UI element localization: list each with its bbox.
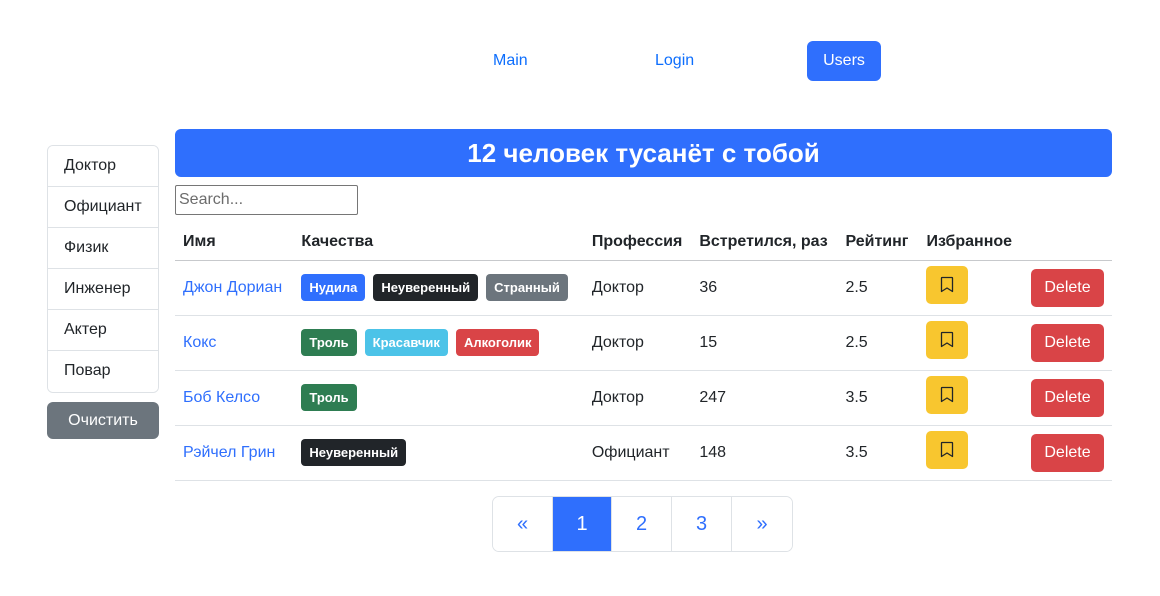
nav-link-login[interactable]: Login [639, 41, 710, 81]
top-nav: Main Login Users [0, 41, 1160, 81]
quality-badge: Красавчик [364, 329, 448, 356]
user-name-link[interactable]: Джон Дориан [183, 279, 282, 296]
quality-badge: Алкоголик [455, 329, 540, 356]
cell-actions: Delete [1023, 370, 1112, 426]
cell-profession: Доктор [583, 260, 692, 316]
filter-item-cook[interactable]: Повар [48, 351, 158, 392]
table-row: Кокс Троль Красавчик Алкоголик Доктор 15 2.5 De… [175, 315, 1112, 371]
cell-met: 36 [691, 260, 838, 316]
users-table: Имя Качества Профессия Встретился, раз Р… [175, 224, 1112, 481]
bookmark-icon [941, 386, 954, 403]
cell-rating: 3.5 [837, 370, 919, 426]
filter-item-waiter[interactable]: Официант [48, 187, 158, 228]
cell-rating: 2.5 [837, 260, 919, 316]
user-name-link[interactable]: Боб Келсо [183, 389, 260, 406]
clear-filter-button[interactable]: Очистить [47, 402, 159, 439]
favorite-button[interactable] [926, 431, 969, 469]
filter-item-physicist[interactable]: Физик [48, 228, 158, 269]
search-input[interactable] [175, 185, 358, 215]
cell-name: Кокс [175, 315, 294, 371]
page-next[interactable]: » [732, 497, 792, 551]
cell-name: Джон Дориан [175, 260, 294, 316]
profession-filter: Доктор Официант Физик Инженер Актер Пова… [47, 145, 159, 439]
page-2[interactable]: 2 [612, 497, 672, 551]
table-header-row: Имя Качества Профессия Встретился, раз Р… [175, 224, 1112, 261]
cell-profession: Доктор [583, 370, 692, 426]
cell-qualities: Троль Красавчик Алкоголик [293, 315, 584, 371]
cell-profession: Официант [583, 425, 692, 481]
cell-qualities: Нудила Неуверенный Странный [293, 260, 584, 316]
header-actions [1023, 224, 1112, 261]
profession-list: Доктор Официант Физик Инженер Актер Пова… [47, 145, 159, 393]
filter-item-engineer[interactable]: Инженер [48, 269, 158, 310]
page-prev[interactable]: « [493, 497, 553, 551]
cell-name: Рэйчел Грин [175, 425, 294, 481]
cell-rating: 3.5 [837, 425, 919, 481]
bookmark-icon [941, 276, 954, 293]
quality-badge: Странный [486, 274, 568, 301]
header-profession[interactable]: Профессия [583, 224, 692, 261]
cell-actions: Delete [1023, 425, 1112, 481]
header-name[interactable]: Имя [175, 224, 294, 261]
header-met[interactable]: Встретился, раз [691, 224, 838, 261]
user-name-link[interactable]: Рэйчел Грин [183, 444, 275, 461]
favorite-button[interactable] [926, 376, 969, 414]
cell-name: Боб Келсо [175, 370, 294, 426]
filter-item-actor[interactable]: Актер [48, 310, 158, 351]
page-3[interactable]: 3 [672, 497, 732, 551]
users-count-banner: 12 человек тусанёт с тобой [175, 129, 1112, 177]
cell-profession: Доктор [583, 315, 692, 371]
cell-favorite [918, 260, 1023, 316]
header-favorite[interactable]: Избранное [918, 224, 1023, 261]
delete-button[interactable]: Delete [1031, 433, 1104, 472]
cell-favorite [918, 370, 1023, 426]
cell-actions: Delete [1023, 315, 1112, 371]
cell-favorite [918, 315, 1023, 371]
quality-badge: Неуверенный [373, 274, 479, 301]
cell-met: 247 [691, 370, 838, 426]
cell-actions: Delete [1023, 260, 1112, 316]
bookmark-icon [941, 441, 954, 458]
quality-badge: Троль [301, 384, 357, 411]
header-qualities: Качества [293, 224, 584, 261]
header-rating[interactable]: Рейтинг [837, 224, 919, 261]
bookmark-icon [941, 331, 954, 348]
cell-met: 15 [691, 315, 838, 371]
nav-link-users[interactable]: Users [807, 41, 881, 81]
table-row: Рэйчел Грин Неуверенный Официант 148 3.5 Dele… [175, 425, 1112, 481]
user-name-link[interactable]: Кокс [183, 334, 216, 351]
quality-badge: Нудила [301, 274, 366, 301]
page-1[interactable]: 1 [553, 497, 612, 551]
pagination: « 1 2 3 » [492, 496, 793, 552]
delete-button[interactable]: Delete [1031, 268, 1104, 307]
filter-item-doctor[interactable]: Доктор [48, 146, 158, 187]
favorite-button[interactable] [926, 321, 969, 359]
quality-badge: Неуверенный [301, 439, 407, 466]
table-row: Джон Дориан Нудила Неуверенный Странный Докт… [175, 260, 1112, 316]
favorite-button[interactable] [926, 266, 969, 304]
cell-qualities: Неуверенный [293, 425, 584, 481]
delete-button[interactable]: Delete [1031, 323, 1104, 362]
cell-met: 148 [691, 425, 838, 481]
users-table-body: Джон Дориан Нудила Неуверенный Странный Докт… [175, 260, 1112, 481]
users-main: 12 человек тусанёт с тобой Имя Качества … [175, 129, 1112, 481]
table-row: Боб Келсо Троль Доктор 247 3.5 Delete [175, 370, 1112, 426]
cell-rating: 2.5 [837, 315, 919, 371]
delete-button[interactable]: Delete [1031, 378, 1104, 417]
nav-link-main[interactable]: Main [477, 41, 544, 81]
cell-favorite [918, 425, 1023, 481]
cell-qualities: Троль [293, 370, 584, 426]
quality-badge: Троль [301, 329, 357, 356]
